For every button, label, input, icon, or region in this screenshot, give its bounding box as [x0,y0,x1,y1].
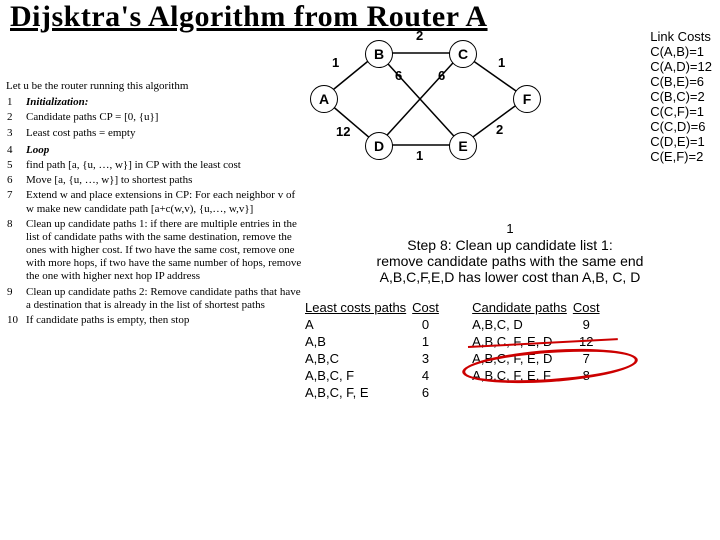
step-line-3: A,B,C,F,E,D has lower cost than A,B, C, … [320,269,700,285]
step-caption: 1 Step 8: Clean up candidate list 1: rem… [320,222,700,285]
paths-tables: Least costs paths Cost A0A,B1A,B,C3A,B,C… [305,300,695,402]
algo-line-num: 1 [6,95,25,110]
least-path: A [305,317,412,334]
least-h1: Least costs paths [305,300,412,317]
least-path: A,B,C [305,351,412,368]
step-number: 1 [320,222,700,237]
weight-ab: 1 [332,55,339,70]
node-a: A [310,85,338,113]
link-costs-header: Link Costs [650,30,712,45]
algo-line-text: Initialization: [25,95,306,110]
algo-line-num: 7 [6,188,25,216]
link-cost-row: C(B,C)=2 [650,90,712,105]
link-cost-row: C(D,E)=1 [650,135,712,150]
algo-line-text: If candidate paths is empty, then stop [25,313,306,328]
least-cost-table: Least costs paths Cost A0A,B1A,B,C3A,B,C… [305,300,445,402]
least-cost: 6 [412,385,445,402]
step-line-2: remove candidate paths with the same end [320,253,700,269]
algorithm-block: Let u be the router running this algorit… [6,80,306,328]
least-h2: Cost [412,300,445,317]
cand-h1: Candidate paths [472,300,573,317]
algo-line-text: find path [a, {u, …, w}] in CP with the … [25,158,306,173]
algo-line-text: Clean up candidate paths 1: if there are… [25,217,306,285]
least-cost: 0 [412,317,445,334]
cand-cost: 12 [573,334,606,351]
cand-path: A,B,C, F, E, F [472,368,573,385]
algo-line-text: Candidate paths CP = [0, {u}] [25,110,306,125]
weight-ef: 2 [496,122,503,137]
algo-line-text: Move [a, {u, …, w}] to shortest paths [25,173,306,188]
least-cost: 1 [412,334,445,351]
algo-line-num: 4 [6,143,25,158]
weight-be: 6 [395,68,402,83]
cand-cost: 7 [573,351,606,368]
algo-lead: Let u be the router running this algorit… [6,80,306,93]
algo-line-num: 9 [6,285,25,313]
link-cost-row: C(B,E)=6 [650,75,712,90]
link-costs-list: Link Costs C(A,B)=1C(A,D)=12C(B,E)=6C(B,… [650,30,712,164]
candidate-table: Candidate paths Cost A,B,C, D9A,B,C, F, … [472,300,605,385]
graph-edges [300,30,550,190]
weight-cf: 1 [498,55,505,70]
node-d: D [365,132,393,160]
algo-line-num: 5 [6,158,25,173]
cand-path: A,B,C, F, E, D [472,351,573,368]
least-cost: 3 [412,351,445,368]
algo-line-text: Clean up candidate paths 2: Remove candi… [25,285,306,313]
algo-line-num: 6 [6,173,25,188]
link-cost-row: C(E,F)=2 [650,150,712,165]
page-title: Dijsktra's Algorithm from Router A [10,0,710,34]
least-cost: 4 [412,368,445,385]
weight-ad: 12 [336,124,350,139]
step-line-1: Step 8: Clean up candidate list 1: [320,237,700,253]
least-path: A,B,C, F, E [305,385,412,402]
node-c: C [449,40,477,68]
algo-line-num: 3 [6,126,25,141]
algo-table: 1Initialization:2Candidate paths CP = [0… [6,95,306,328]
weight-bc: 2 [416,28,423,43]
cand-h2: Cost [573,300,606,317]
algo-line-num: 10 [6,313,25,328]
algo-line-num: 2 [6,110,25,125]
link-cost-row: C(A,D)=12 [650,60,712,75]
weight-de: 1 [416,148,423,163]
least-path: A,B [305,334,412,351]
slide-root: Dijsktra's Algorithm from Router A Let u… [0,0,720,540]
algo-line-text: Loop [25,143,306,158]
algo-line-num: 8 [6,217,25,285]
network-graph: A B C F D E 1 2 1 6 6 12 1 2 [300,30,550,190]
cand-cost: 8 [573,368,606,385]
link-cost-row: C(C,F)=1 [650,105,712,120]
algo-line-text: Least cost paths = empty [25,126,306,141]
cand-cost: 9 [573,317,606,334]
link-cost-row: C(A,B)=1 [650,45,712,60]
least-path: A,B,C, F [305,368,412,385]
algo-line-text: Extend w and place extensions in CP: For… [25,188,306,216]
link-cost-row: C(C,D)=6 [650,120,712,135]
node-f: F [513,85,541,113]
weight-ce: 6 [438,68,445,83]
node-b: B [365,40,393,68]
node-e: E [449,132,477,160]
cand-path: A,B,C, D [472,317,573,334]
